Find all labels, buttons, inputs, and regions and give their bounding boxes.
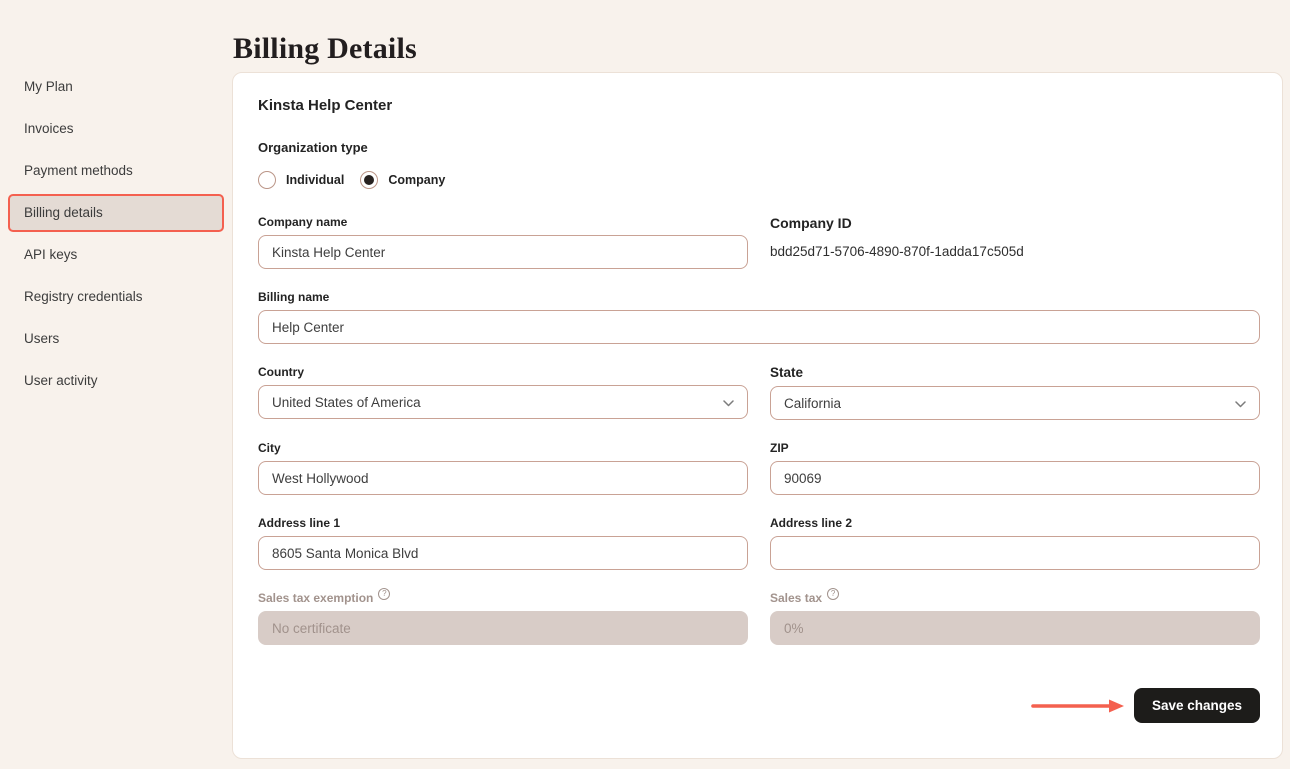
company-heading: Kinsta Help Center: [258, 97, 1260, 114]
radio-individual-label: Individual: [286, 173, 344, 187]
row-city-zip: City ZIP: [258, 441, 1260, 495]
annotation-arrow-icon: [1030, 698, 1126, 714]
sidebar-item-billing-details[interactable]: Billing details: [8, 194, 224, 232]
country-field-group: Country United States of America: [258, 365, 748, 420]
radio-company-circle[interactable]: [360, 171, 378, 189]
row-sales-tax: Sales tax exemption Sales tax: [258, 591, 1260, 645]
address-line-2-field-group: Address line 2: [770, 516, 1260, 570]
country-select[interactable]: United States of America: [258, 385, 748, 419]
zip-input[interactable]: [770, 461, 1260, 495]
state-label: State: [770, 365, 1260, 380]
state-select[interactable]: California: [770, 386, 1260, 420]
address-line-1-field-group: Address line 1: [258, 516, 748, 570]
help-icon[interactable]: [827, 588, 839, 600]
city-field-group: City: [258, 441, 748, 495]
state-selected-value: California: [784, 396, 841, 411]
company-name-field-group: Company name: [258, 215, 748, 269]
city-input[interactable]: [258, 461, 748, 495]
sales-tax-exemption-label: Sales tax exemption: [258, 591, 373, 605]
row-address: Address line 1 Address line 2: [258, 516, 1260, 570]
organization-type-radio-group: Individual Company: [258, 171, 1260, 189]
sales-tax-label: Sales tax: [770, 591, 822, 605]
row-country-state: Country United States of America State C…: [258, 365, 1260, 420]
billing-details-page: { "page": { "title": "Billing Details" }…: [0, 0, 1290, 769]
billing-sidebar: My Plan Invoices Payment methods Billing…: [0, 68, 232, 404]
company-id-value: bdd25d71-5706-4890-870f-1adda17c505d: [770, 244, 1260, 259]
chevron-down-icon: [1235, 401, 1246, 408]
sidebar-item-registry-credentials[interactable]: Registry credentials: [8, 278, 224, 316]
address-line-1-label: Address line 1: [258, 516, 748, 530]
sales-tax-input: [770, 611, 1260, 645]
help-icon[interactable]: [378, 588, 390, 600]
radio-company[interactable]: Company: [360, 171, 445, 189]
sidebar-item-api-keys[interactable]: API keys: [8, 236, 224, 274]
page-title: Billing Details: [233, 32, 417, 66]
zip-label: ZIP: [770, 441, 1260, 455]
sales-tax-field-group: Sales tax: [770, 591, 1260, 645]
sidebar-item-invoices[interactable]: Invoices: [8, 110, 224, 148]
organization-type-label: Organization type: [258, 140, 1260, 155]
address-line-2-label: Address line 2: [770, 516, 1260, 530]
billing-name-field-group: Billing name: [258, 290, 1260, 344]
company-id-label: Company ID: [770, 215, 1260, 231]
sidebar-item-my-plan[interactable]: My Plan: [8, 68, 224, 106]
radio-individual[interactable]: Individual: [258, 171, 344, 189]
country-selected-value: United States of America: [272, 395, 421, 410]
radio-company-label: Company: [388, 173, 445, 187]
zip-field-group: ZIP: [770, 441, 1260, 495]
sidebar-item-user-activity[interactable]: User activity: [8, 362, 224, 400]
row-company: Company name Company ID bdd25d71-5706-48…: [258, 215, 1260, 269]
sidebar-item-users[interactable]: Users: [8, 320, 224, 358]
billing-name-input[interactable]: [258, 310, 1260, 344]
row-billing-name: Billing name: [258, 290, 1260, 344]
company-id-group: Company ID bdd25d71-5706-4890-870f-1adda…: [770, 215, 1260, 269]
billing-details-card: Kinsta Help Center Organization type Ind…: [232, 72, 1283, 759]
company-name-input[interactable]: [258, 235, 748, 269]
country-label: Country: [258, 365, 748, 379]
chevron-down-icon: [723, 400, 734, 407]
save-changes-button[interactable]: Save changes: [1134, 688, 1260, 723]
address-line-1-input[interactable]: [258, 536, 748, 570]
address-line-2-input[interactable]: [770, 536, 1260, 570]
billing-name-label: Billing name: [258, 290, 1260, 304]
state-field-group: State California: [770, 365, 1260, 420]
sales-tax-exemption-input: [258, 611, 748, 645]
radio-individual-circle[interactable]: [258, 171, 276, 189]
sales-tax-exemption-field-group: Sales tax exemption: [258, 591, 748, 645]
company-name-label: Company name: [258, 215, 748, 229]
sidebar-item-payment-methods[interactable]: Payment methods: [8, 152, 224, 190]
city-label: City: [258, 441, 748, 455]
save-row: Save changes: [258, 688, 1260, 723]
